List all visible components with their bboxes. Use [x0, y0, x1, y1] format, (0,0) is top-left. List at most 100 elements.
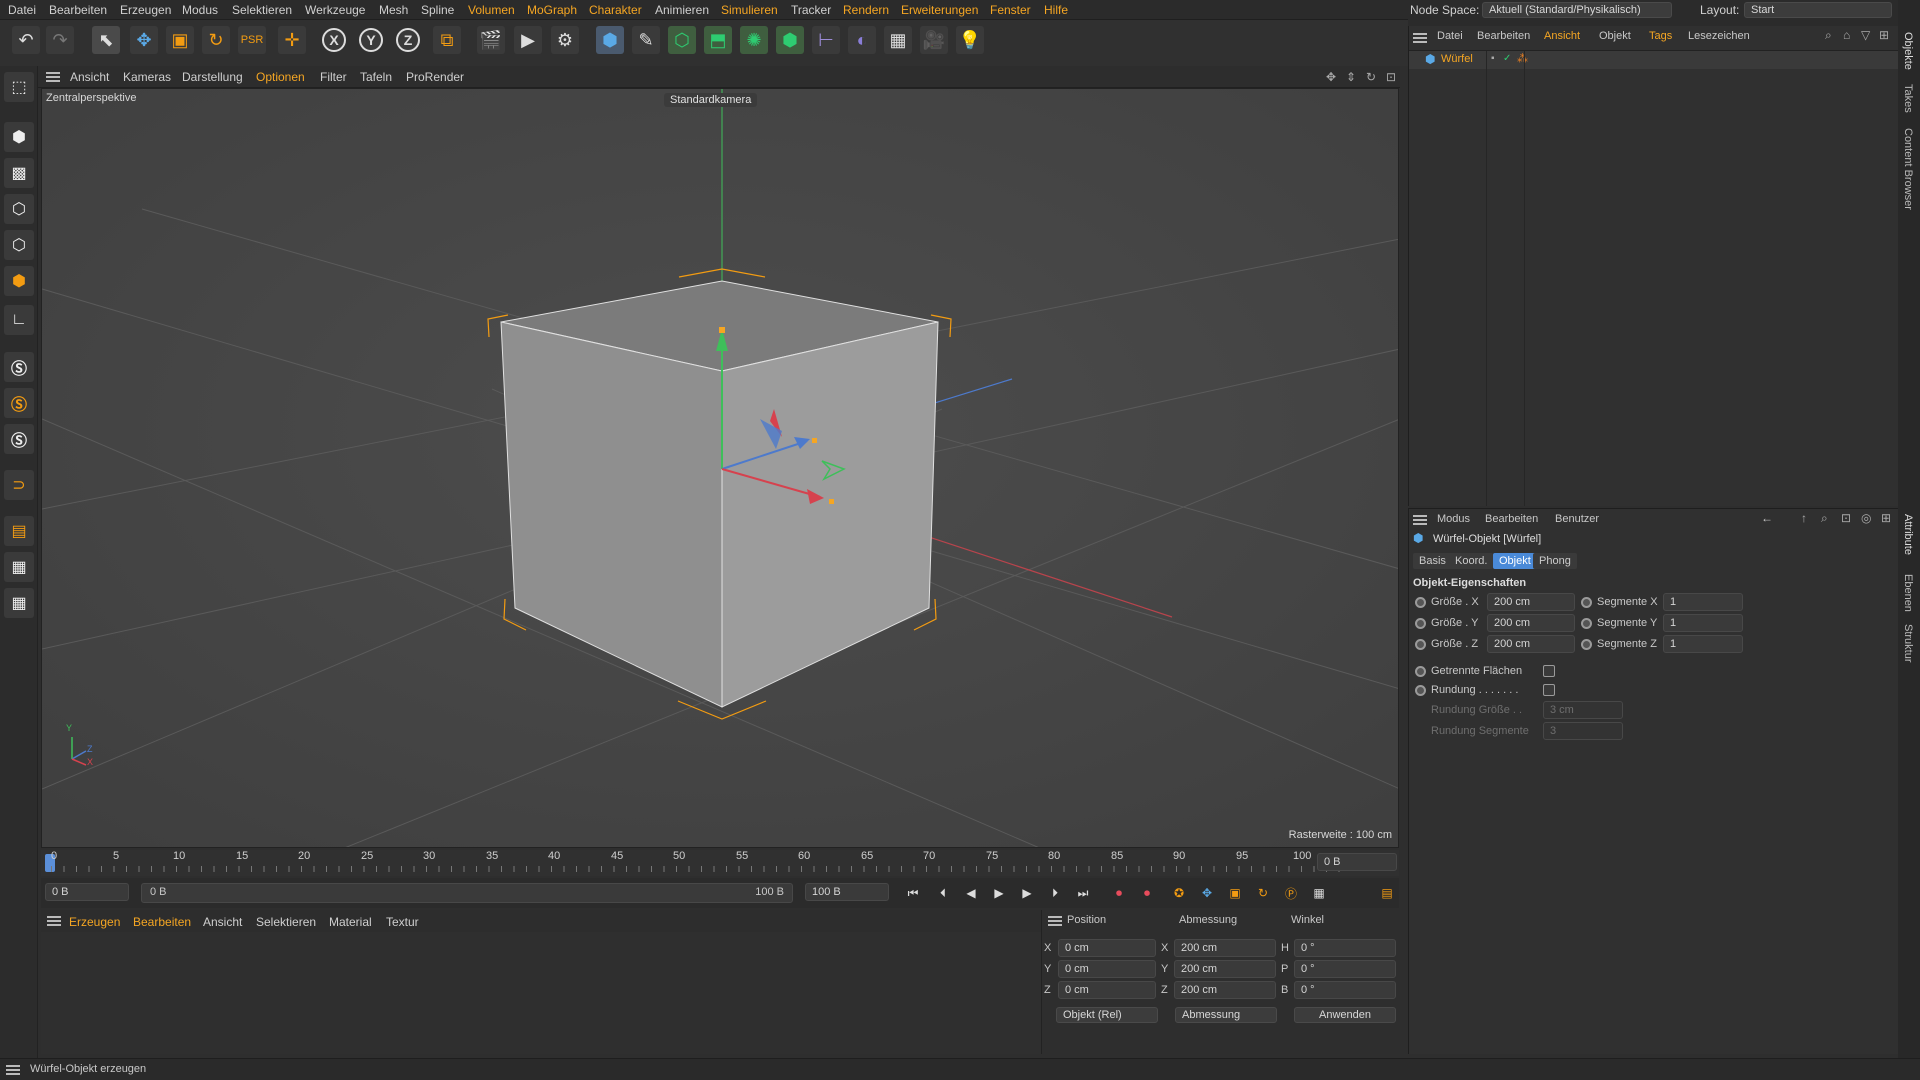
start-frame-field[interactable]: 0 B: [45, 883, 129, 901]
coord-size-select[interactable]: Abmessung: [1175, 1007, 1277, 1023]
next-key-icon[interactable]: ⏵: [1045, 883, 1065, 903]
animate-radio[interactable]: [1415, 666, 1426, 677]
deformer-icon[interactable]: ⊢: [812, 26, 840, 54]
record-icon[interactable]: ⏺: [1109, 883, 1129, 903]
side-tab-struktur[interactable]: Struktur: [1902, 624, 1914, 663]
redo-icon[interactable]: ↷: [46, 26, 74, 54]
side-tab-ebenen[interactable]: Ebenen: [1902, 574, 1914, 612]
mat-menu-material[interactable]: Material: [329, 915, 372, 929]
animate-radio[interactable]: [1581, 639, 1592, 650]
snap-s-icon-2[interactable]: Ⓢ: [4, 424, 34, 454]
lock-icon[interactable]: ⊡: [1841, 511, 1851, 525]
goto-end-icon[interactable]: ⏭: [1073, 883, 1093, 903]
menu-selektieren[interactable]: Selektieren: [232, 3, 292, 17]
pos-x-field[interactable]: 0 cm: [1058, 939, 1156, 957]
viewport-camera-label[interactable]: Standardkamera: [664, 93, 758, 107]
tab-phong[interactable]: Phong: [1533, 553, 1577, 569]
up-arrow-icon[interactable]: ↑: [1801, 511, 1807, 525]
keyframe-selection-icon[interactable]: ✪: [1169, 883, 1189, 903]
snap-s-icon[interactable]: Ⓢ: [4, 352, 34, 382]
size-x-input[interactable]: 200 cm: [1487, 593, 1575, 611]
key-rotation-icon[interactable]: ↻: [1253, 883, 1273, 903]
timeline-ruler[interactable]: 0 5 10 15 20 25 30 35 40 45 50 55 60 65 …: [41, 850, 1399, 876]
fillet-checkbox[interactable]: [1543, 684, 1555, 696]
obj-menu-datei[interactable]: Datei: [1437, 30, 1463, 42]
axis-y-icon[interactable]: Y: [359, 28, 383, 52]
side-tab-objekte[interactable]: Objekte: [1902, 32, 1914, 70]
key-pla-icon[interactable]: ▦: [1309, 883, 1329, 903]
current-frame-field[interactable]: 0 B: [1317, 853, 1397, 871]
render-settings-icon[interactable]: ⚙: [551, 26, 579, 54]
magnet-icon[interactable]: ⊃: [4, 470, 34, 500]
segments-z-input[interactable]: 1: [1663, 635, 1743, 653]
menu-charakter[interactable]: Charakter: [589, 3, 642, 17]
camera-icon[interactable]: 🎥: [920, 26, 948, 54]
obj-menu-objekt[interactable]: Objekt: [1599, 30, 1631, 42]
hamburger-icon[interactable]: [46, 72, 60, 82]
menu-hilfe[interactable]: Hilfe: [1044, 3, 1068, 17]
floor-icon[interactable]: ▦: [884, 26, 912, 54]
goto-start-icon[interactable]: ⏮: [903, 883, 923, 903]
animate-radio[interactable]: [1581, 597, 1592, 608]
mat-menu-bearbeiten[interactable]: Bearbeiten: [133, 915, 191, 929]
menu-mograph[interactable]: MoGraph: [527, 3, 577, 17]
extrude-icon[interactable]: ⬒: [704, 26, 732, 54]
rotate-icon[interactable]: ↻: [202, 26, 230, 54]
key-position-icon[interactable]: ✥: [1197, 883, 1217, 903]
menu-simulieren[interactable]: Simulieren: [721, 3, 778, 17]
node-space-select[interactable]: Aktuell (Standard/Physikalisch): [1482, 2, 1672, 18]
tab-basis[interactable]: Basis: [1413, 553, 1452, 569]
vp-menu-tafeln[interactable]: Tafeln: [360, 70, 392, 84]
snap-s-orange-icon[interactable]: Ⓢ: [4, 388, 34, 418]
array-icon[interactable]: ✺: [740, 26, 768, 54]
scale-icon[interactable]: ▣: [166, 26, 194, 54]
range-slider[interactable]: 0 B 100 B: [141, 883, 793, 903]
axis-z-icon[interactable]: Z: [396, 28, 420, 52]
search-icon[interactable]: ⌕: [1825, 28, 1832, 43]
menu-bearbeiten[interactable]: Bearbeiten: [49, 3, 107, 17]
size-y-input[interactable]: 200 cm: [1487, 614, 1575, 632]
prev-frame-icon[interactable]: ◀: [961, 883, 981, 903]
workplane-icon[interactable]: ▤: [4, 516, 34, 546]
pen-icon[interactable]: ✎: [632, 26, 660, 54]
object-row[interactable]: ⬢ Würfel ▪ ✓ ⁂: [1409, 51, 1899, 69]
grid-snap-icon[interactable]: ▦: [4, 588, 34, 618]
rotate-view-icon[interactable]: ↻: [1366, 70, 1376, 84]
attr-menu-bearbeiten[interactable]: Bearbeiten: [1485, 513, 1538, 525]
axis-mode-icon[interactable]: ∟: [4, 305, 34, 335]
animate-radio[interactable]: [1415, 639, 1426, 650]
layout-select[interactable]: Start: [1744, 2, 1892, 18]
hamburger-icon[interactable]: [1413, 33, 1427, 43]
lock-workplane-icon[interactable]: ▦: [4, 552, 34, 582]
menu-mesh[interactable]: Mesh: [379, 3, 408, 17]
obj-menu-tags[interactable]: Tags: [1649, 30, 1672, 42]
points-mode-icon[interactable]: ⬡: [4, 194, 34, 224]
rot-p-field[interactable]: 0 °: [1294, 960, 1396, 978]
menu-erzeugen[interactable]: Erzeugen: [120, 3, 171, 17]
edges-mode-icon[interactable]: ⬡: [4, 230, 34, 260]
attr-menu-modus[interactable]: Modus: [1437, 513, 1470, 525]
menu-rendern[interactable]: Rendern: [843, 3, 889, 17]
animate-radio[interactable]: [1415, 618, 1426, 629]
vp-menu-optionen[interactable]: Optionen: [256, 70, 305, 84]
menu-modus[interactable]: Modus: [182, 3, 218, 17]
vp-menu-ansicht[interactable]: Ansicht: [70, 70, 109, 84]
light-icon[interactable]: 💡: [956, 26, 984, 54]
mat-menu-ansicht[interactable]: Ansicht: [203, 915, 242, 929]
move-view-icon[interactable]: ✥: [1326, 70, 1336, 84]
enabled-check-icon[interactable]: ✓: [1503, 53, 1511, 64]
zoom-view-icon[interactable]: ⇕: [1346, 70, 1356, 84]
pos-y-field[interactable]: 0 cm: [1058, 960, 1156, 978]
rot-b-field[interactable]: 0 °: [1294, 981, 1396, 999]
texture-mode-icon[interactable]: ▩: [4, 158, 34, 188]
segments-x-input[interactable]: 1: [1663, 593, 1743, 611]
vp-menu-prorender[interactable]: ProRender: [406, 70, 464, 84]
tab-koord[interactable]: Koord.: [1449, 553, 1494, 569]
cloner-icon[interactable]: ⬢: [776, 26, 804, 54]
make-editable-icon[interactable]: ⬚: [4, 72, 34, 102]
material-area[interactable]: [41, 932, 1041, 1054]
vp-menu-kameras[interactable]: Kameras: [123, 70, 171, 84]
new-window-icon[interactable]: ⊞: [1881, 511, 1891, 525]
vp-menu-filter[interactable]: Filter: [320, 70, 347, 84]
key-param-icon[interactable]: Ⓟ: [1281, 883, 1301, 903]
